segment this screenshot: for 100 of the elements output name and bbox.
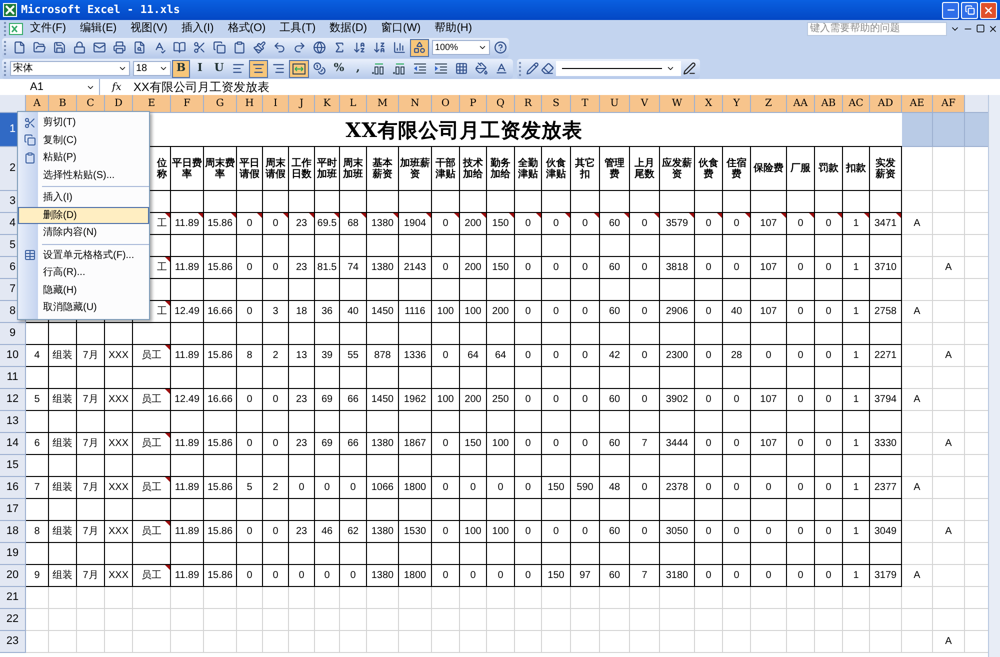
restore-button[interactable] [961,2,978,18]
help-search-field[interactable]: 键入需要帮助的问题 [807,22,947,36]
table-cell: 46 [315,521,340,543]
table-cell: 13 [289,345,315,367]
column-header[interactable]: AC [843,95,870,113]
row-header[interactable]: 18 [0,521,26,543]
table-cell: 0 [571,257,600,279]
column-header[interactable]: AD [870,95,902,113]
format-button[interactable]: , [349,60,367,78]
column-header[interactable]: F [171,95,204,113]
column-header[interactable]: L [340,95,367,113]
align-center-button[interactable] [249,60,268,78]
merge-button[interactable] [289,60,309,78]
format-button[interactable]: U [210,60,228,78]
restore-icon [964,5,974,15]
format-button[interactable]: I [191,60,209,78]
column-header[interactable]: AE [902,95,933,113]
column-header[interactable]: E [133,95,171,113]
menu-item[interactable]: 视图(V) [124,20,174,37]
column-header[interactable]: T [571,95,600,113]
eraser-icon[interactable] [541,62,554,75]
function-label[interactable]: fx [100,80,134,94]
column-header[interactable]: N [399,95,432,113]
table-cell: 1450 [367,389,399,411]
menu-item[interactable]: 编辑(E) [73,20,124,37]
table-cell: 150 [487,257,515,279]
table-cell: 11.89 [171,433,204,455]
formula-field[interactable]: XX有限公司月工资发放表 [133,78,270,96]
format-button[interactable]: B [172,60,190,78]
table-cell: 0 [515,301,542,323]
column-header[interactable]: M [367,95,399,113]
row-header[interactable]: 20 [0,565,26,587]
column-header[interactable]: G [204,95,237,113]
column-header[interactable]: Z [751,95,787,113]
column-header[interactable]: S [542,95,571,113]
row-header[interactable]: 22 [0,609,26,631]
close-button[interactable] [980,2,997,18]
column-header[interactable]: W [660,95,695,113]
row-header[interactable]: 15 [0,455,26,477]
column-header[interactable]: X [695,95,723,113]
column-header[interactable]: H [237,95,263,113]
menu-item[interactable]: 删除(D) [18,206,149,224]
minimize-button[interactable] [942,2,959,18]
column-header[interactable]: K [315,95,340,113]
help-icon[interactable] [494,41,507,54]
table-cell: 11.89 [171,345,204,367]
pencil-icon[interactable] [526,62,539,75]
column-header[interactable]: V [630,95,660,113]
restore-icon[interactable] [976,24,985,33]
menu-item[interactable]: 文件(F) [23,20,74,37]
row-header[interactable]: 16 [0,477,26,499]
table-cell: 15.86 [204,257,237,279]
column-header[interactable]: Y [723,95,751,113]
menu-item[interactable]: 格式(O) [220,20,273,37]
column-header[interactable]: I [263,95,289,113]
table-cell: 4 [26,345,49,367]
table-cell: 0 [460,477,487,499]
table-cell: 0 [723,477,751,499]
column-header[interactable]: J [289,95,315,113]
font-field[interactable]: 宋体 [10,61,130,76]
shapes-button[interactable] [410,38,429,56]
column-header[interactable]: AB [815,95,843,113]
scrollbar[interactable] [988,95,1000,657]
column-header[interactable]: AF [933,95,965,113]
menu-item[interactable]: 数据(D) [322,20,374,37]
table-cell: 107 [751,213,787,235]
table-cell: 组装 [49,433,77,455]
zoom-field[interactable]: 100% [432,40,490,55]
table-cell: 69 [315,433,340,455]
spreadsheet-icon [3,3,17,17]
row-header[interactable]: 11 [0,367,26,389]
row-header[interactable]: 14 [0,433,26,455]
close-icon[interactable] [988,24,998,34]
column-header[interactable]: Q [487,95,515,113]
line-style-field[interactable] [556,61,681,76]
row-header[interactable]: 10 [0,345,26,367]
menu-item[interactable]: 插入(I) [174,20,221,37]
line-color-icon[interactable] [683,62,696,75]
table-cell: 0 [487,565,515,587]
row-header[interactable]: 13 [0,411,26,433]
row-header[interactable]: 17 [0,499,26,521]
column-header[interactable]: P [460,95,487,113]
column-header[interactable]: AA [787,95,815,113]
menu-item[interactable]: 帮助(H) [428,20,479,37]
column-header[interactable]: O [432,95,460,113]
menu-item[interactable]: 工具(T) [272,20,323,37]
format-button[interactable]: % [330,60,348,78]
workbook-icon[interactable] [9,22,23,34]
table-cell: XXX [105,521,133,543]
font-size-field[interactable]: 18 [133,61,171,76]
column-header[interactable]: R [515,95,542,113]
row-header[interactable]: 23 [0,631,26,653]
row-header[interactable]: 19 [0,543,26,565]
row-header[interactable]: 21 [0,587,26,609]
paintbrush-icon [253,41,266,54]
menu-item[interactable]: 窗口(W) [374,20,428,37]
table-cell: 107 [751,433,787,455]
column-header[interactable]: U [600,95,630,113]
row-header[interactable]: 9 [0,323,26,345]
row-header[interactable]: 12 [0,389,26,411]
